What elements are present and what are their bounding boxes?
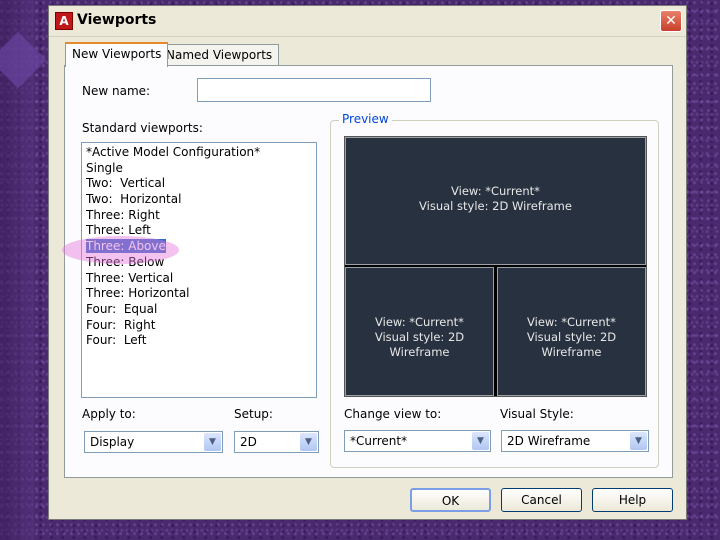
standard-viewports-label: Standard viewports: xyxy=(82,121,203,135)
chevron-down-icon[interactable]: ▼ xyxy=(300,433,317,451)
title-bar[interactable]: A Viewports ✕ xyxy=(49,6,686,37)
new-name-label: New name: xyxy=(82,84,151,98)
help-button[interactable]: Help xyxy=(592,488,673,512)
list-item[interactable]: Three: Below xyxy=(82,255,316,271)
setup-label: Setup: xyxy=(234,407,273,421)
list-item[interactable]: Four: Equal xyxy=(82,302,316,318)
preview-pane-bottom-left[interactable]: View: *Current* Visual style: 2D Wirefra… xyxy=(345,267,494,396)
ok-button[interactable]: OK xyxy=(410,488,491,512)
list-item[interactable]: Three: Horizontal xyxy=(82,286,316,302)
list-item[interactable]: Single xyxy=(82,161,316,177)
setup-select[interactable]: 2D ▼ xyxy=(234,431,319,453)
new-name-input[interactable] xyxy=(197,78,431,102)
tab-named-viewports[interactable]: Named Viewports xyxy=(159,44,280,66)
preview-label: Preview xyxy=(339,112,392,126)
autocad-app-icon: A xyxy=(55,12,73,30)
tab-new-viewports[interactable]: New Viewports xyxy=(65,42,169,67)
chevron-down-icon[interactable]: ▼ xyxy=(204,433,221,451)
list-item[interactable]: *Active Model Configuration* xyxy=(82,145,316,161)
pane-style-text: Visual style: 2D Wireframe xyxy=(526,330,617,359)
chevron-down-icon[interactable]: ▼ xyxy=(630,432,647,450)
apply-to-select[interactable]: Display ▼ xyxy=(84,431,223,453)
pane-style-text: Visual style: 2D Wireframe xyxy=(374,330,465,359)
setup-value: 2D xyxy=(240,435,257,449)
pane-view-text: View: *Current* xyxy=(527,315,616,329)
chevron-down-icon[interactable]: ▼ xyxy=(472,432,489,450)
preview-pane-top[interactable]: View: *Current* Visual style: 2D Wirefra… xyxy=(345,137,646,265)
list-item[interactable]: Four: Left xyxy=(82,333,316,349)
preview-pane-bottom-right[interactable]: View: *Current* Visual style: 2D Wirefra… xyxy=(497,267,646,396)
apply-to-label: Apply to: xyxy=(82,407,136,421)
list-item[interactable]: Two: Vertical xyxy=(82,176,316,192)
selected-item-text: Three: Above xyxy=(86,239,166,254)
visual-style-select[interactable]: 2D Wireframe ▼ xyxy=(501,430,649,452)
list-item[interactable]: Two: Horizontal xyxy=(82,192,316,208)
visual-style-value: 2D Wireframe xyxy=(507,434,591,448)
dialog-title: Viewports xyxy=(77,12,157,28)
close-button[interactable]: ✕ xyxy=(660,10,682,32)
standard-viewports-list[interactable]: *Active Model Configuration* Single Two:… xyxy=(81,142,317,398)
list-item[interactable]: Three: Right xyxy=(82,208,316,224)
viewport-preview: View: *Current* Visual style: 2D Wirefra… xyxy=(344,136,647,397)
apply-to-value: Display xyxy=(90,435,135,449)
change-view-value: *Current* xyxy=(350,434,408,448)
pane-style-text: Visual style: 2D Wireframe xyxy=(419,199,572,213)
list-item[interactable]: Four: Right xyxy=(82,318,316,334)
change-view-label: Change view to: xyxy=(344,407,442,421)
viewports-dialog: A Viewports ✕ New Viewports Named Viewpo… xyxy=(48,5,687,520)
cancel-button[interactable]: Cancel xyxy=(501,488,582,512)
list-item[interactable]: Three: Vertical xyxy=(82,271,316,287)
pane-view-text: View: *Current* xyxy=(451,184,540,198)
list-item[interactable]: Three: Left xyxy=(82,223,316,239)
change-view-select[interactable]: *Current* ▼ xyxy=(344,430,491,452)
visual-style-label: Visual Style: xyxy=(500,407,574,421)
pane-view-text: View: *Current* xyxy=(375,315,464,329)
list-item-selected[interactable]: Three: Above xyxy=(82,239,316,255)
